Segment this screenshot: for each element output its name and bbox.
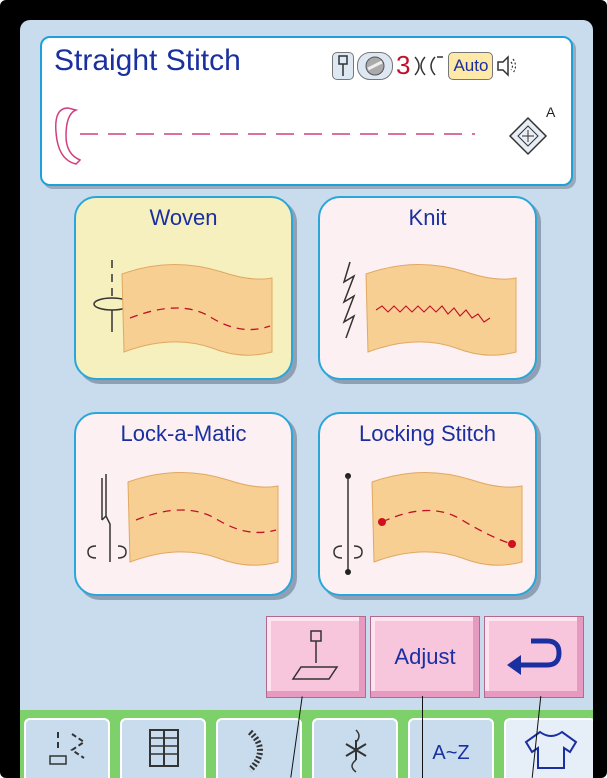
adjust-button[interactable]: Adjust [370, 616, 480, 698]
auto-lock-badge: Auto [448, 51, 494, 80]
woven-fabric-icon [93, 260, 273, 356]
option-label: Lock-a-Matic [120, 421, 247, 446]
tab-decorative-stitches[interactable] [312, 718, 398, 778]
knit-fabric-icon [342, 261, 517, 356]
locking-stitch-fabric-icon [333, 471, 523, 575]
needle-plate-button[interactable] [266, 616, 366, 698]
callout-line [422, 696, 423, 778]
tab-satin-stitches[interactable] [216, 718, 302, 778]
presser-foot-label: A [546, 104, 556, 120]
category-tab-bar: A~Z [20, 710, 593, 778]
fabric-option-knit[interactable]: Knit [318, 196, 537, 380]
presser-foot-icon: A [506, 104, 566, 156]
straight-zigzag-icon [49, 732, 86, 765]
option-label: Knit [408, 205, 447, 230]
option-locking-stitch[interactable]: Locking Stitch [318, 412, 537, 596]
satin-curve-icon [247, 729, 263, 773]
tab-buttonholes[interactable] [120, 718, 206, 778]
tension-value: 3 [396, 50, 411, 80]
device-frame: Straight Stitch 3 Auto A Woven Knit Lock… [0, 0, 607, 778]
back-button[interactable] [484, 616, 584, 698]
page-title: Straight Stitch [54, 44, 241, 77]
return-arrow-icon [507, 638, 562, 675]
fabric-option-woven[interactable]: Woven [74, 196, 293, 380]
buttonhole-icon [149, 729, 179, 767]
needle-plate-icon [291, 630, 339, 680]
option-label: Locking Stitch [359, 421, 496, 446]
lock-a-matic-fabric-icon [87, 471, 279, 566]
stitch-width-icon [413, 52, 446, 79]
option-label: Woven [149, 205, 218, 230]
tab-alphabet[interactable]: A~Z [408, 718, 494, 778]
needle-icon [332, 51, 354, 80]
stitch-info-panel: Straight Stitch 3 Auto A [40, 36, 573, 186]
lcd-screen: Straight Stitch 3 Auto A Woven Knit Lock… [20, 20, 593, 778]
adjust-button-label: Adjust [394, 644, 456, 669]
tab-utility-stitches[interactable] [24, 718, 110, 778]
option-lock-a-matic[interactable]: Lock-a-Matic [74, 412, 293, 596]
settings-status-bar: 3 Auto [332, 50, 518, 81]
stitch-preview [55, 107, 475, 165]
garment-icon [524, 730, 578, 769]
tension-dial-icon [357, 51, 393, 80]
decorative-stitch-icon [345, 729, 367, 773]
tab-garment-menu[interactable] [504, 718, 593, 778]
sound-icon [496, 53, 518, 79]
